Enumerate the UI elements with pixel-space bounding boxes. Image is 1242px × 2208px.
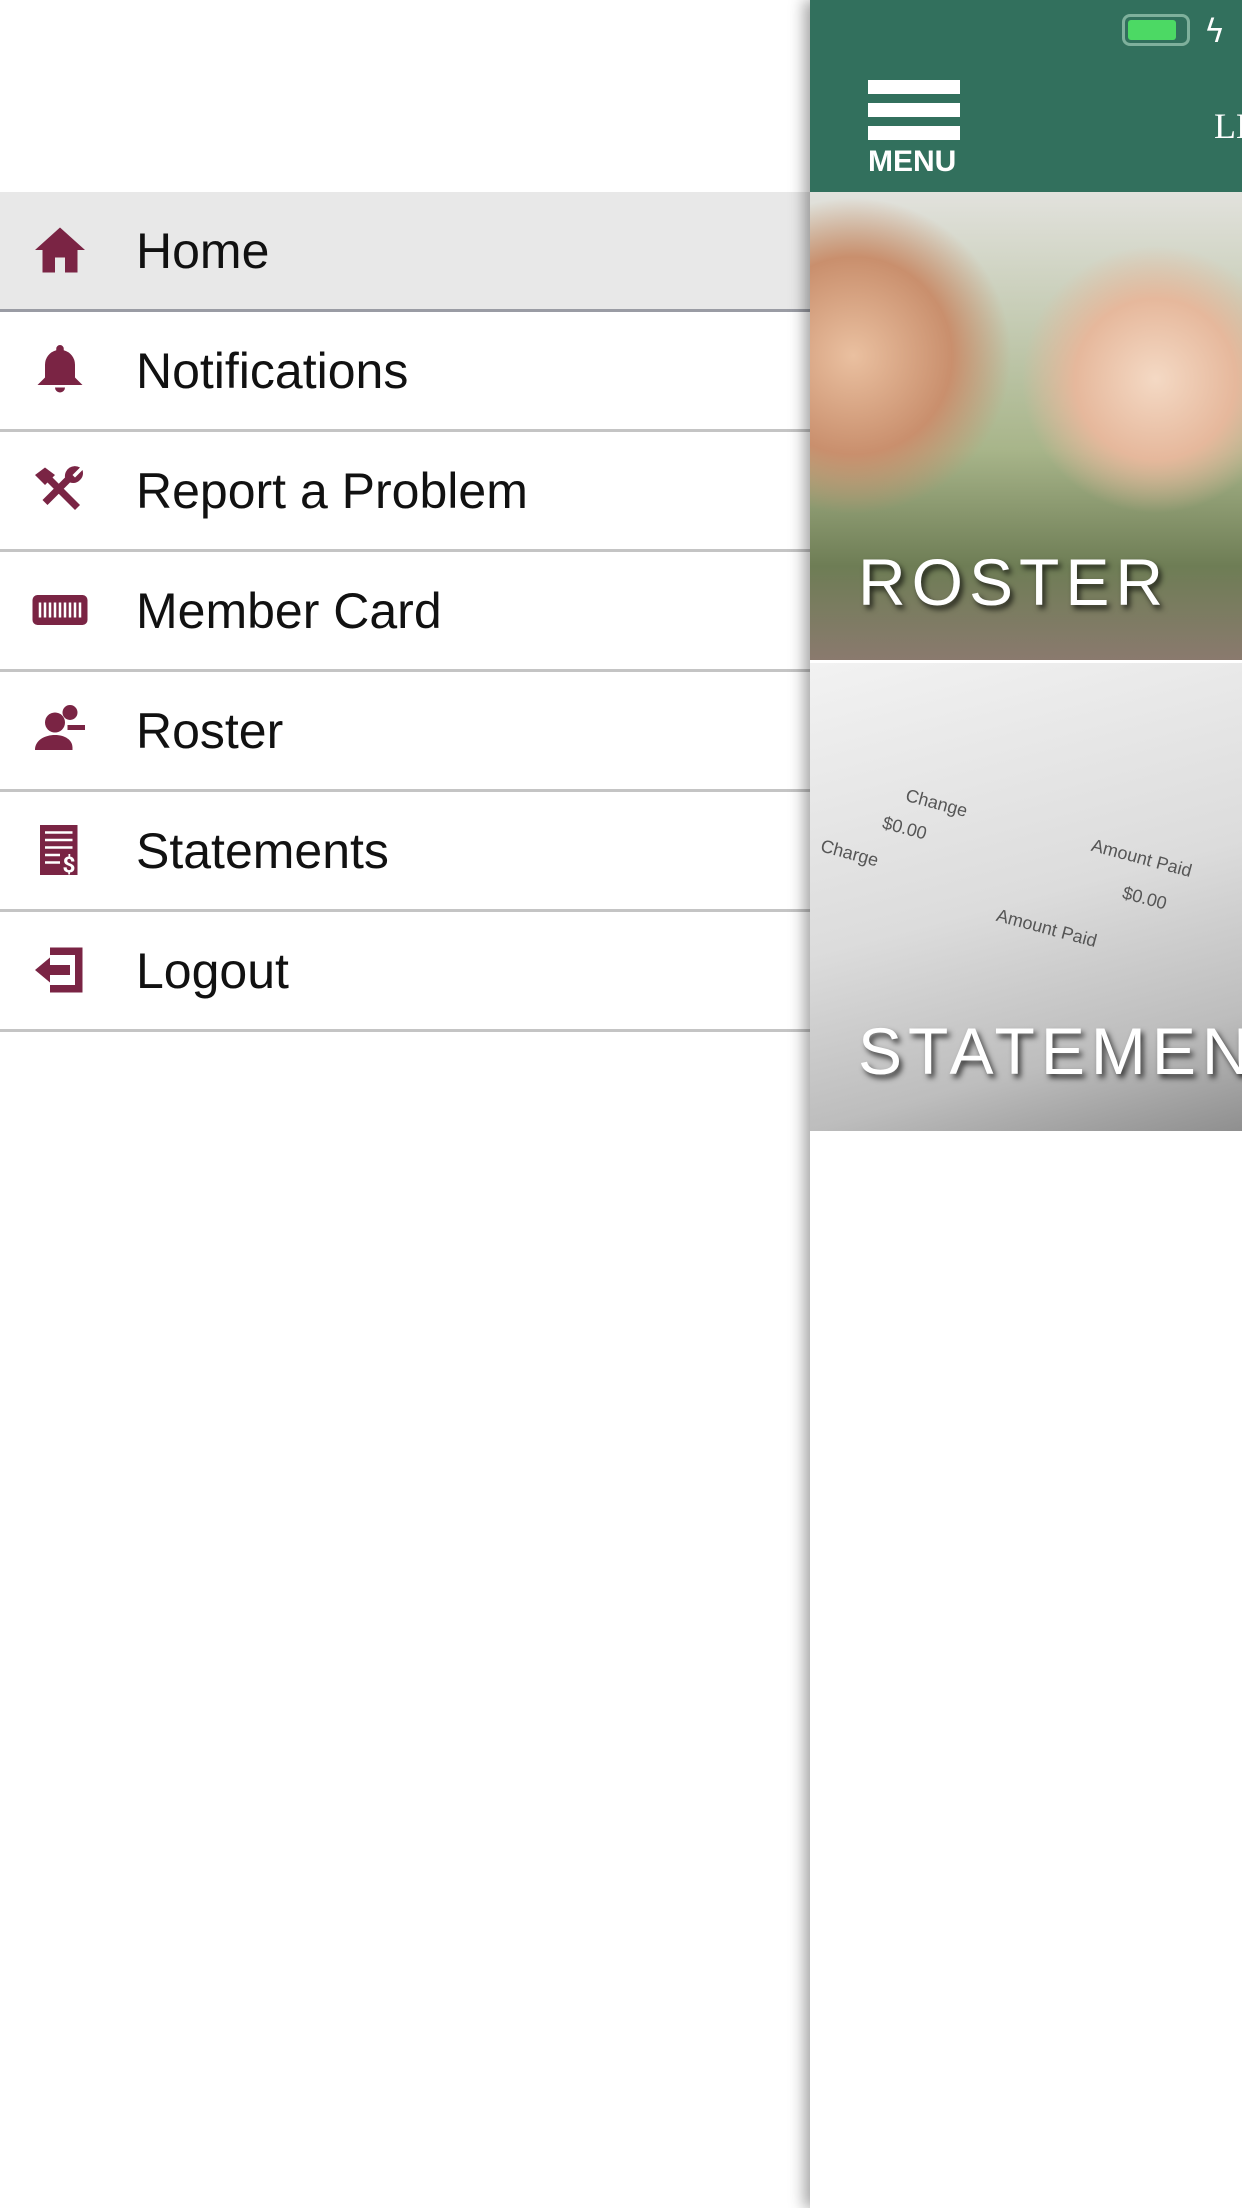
app-header: ϟ MENU LE	[810, 0, 1242, 192]
tile-caption: ROSTER	[858, 545, 1170, 619]
hamburger-bar	[868, 126, 960, 140]
charging-icon: ϟ	[1204, 12, 1226, 50]
menu-label: MENU	[868, 145, 957, 178]
image-text: Amount Paid	[1089, 835, 1195, 882]
menu-item-label: Report a Problem	[136, 462, 528, 519]
barcode-card-icon	[32, 595, 88, 625]
menu-item-label: Notifications	[136, 342, 409, 399]
svg-text:$: $	[63, 853, 76, 879]
image-text: $0.00	[1120, 882, 1169, 914]
app-title: LE	[1214, 106, 1242, 146]
main-content: ϟ MENU LE ROSTER Change $0.00 Amount Pai…	[810, 0, 1242, 2208]
battery-icon	[1122, 14, 1190, 46]
menu-button[interactable]: MENU	[868, 80, 960, 179]
menu-item-home[interactable]: Home	[0, 192, 810, 312]
tile-caption: STATEMENTS	[858, 1014, 1242, 1088]
menu-item-label: Member Card	[136, 582, 442, 639]
menu-item-roster[interactable]: Roster	[0, 672, 810, 792]
navigation-drawer: Home Notifications Report a Problem Memb…	[0, 0, 810, 2208]
bell-icon	[37, 345, 83, 393]
logout-icon	[35, 947, 83, 993]
roster-tile[interactable]: ROSTER	[810, 192, 1242, 660]
drawer-menu: Home Notifications Report a Problem Memb…	[0, 192, 810, 1032]
statements-tile[interactable]: Change $0.00 Amount Paid $0.00 Charge Am…	[810, 663, 1242, 1131]
menu-item-label: Statements	[136, 822, 389, 879]
statement-icon: $	[40, 825, 78, 879]
image-text: Charge	[818, 835, 881, 871]
home-icon	[35, 227, 85, 273]
menu-item-statements[interactable]: $ Statements	[0, 792, 810, 912]
menu-item-notifications[interactable]: Notifications	[0, 312, 810, 432]
menu-item-logout[interactable]: Logout	[0, 912, 810, 1032]
menu-item-report-a-problem[interactable]: Report a Problem	[0, 432, 810, 552]
image-text: $0.00	[880, 812, 929, 844]
hamburger-icon	[868, 80, 960, 94]
roster-icon	[35, 705, 85, 750]
image-text: Amount Paid	[994, 905, 1100, 952]
menu-item-label: Logout	[136, 942, 289, 999]
menu-item-label: Home	[136, 222, 270, 279]
tools-icon	[35, 466, 83, 510]
image-text: Change	[903, 785, 970, 821]
menu-item-member-card[interactable]: Member Card	[0, 552, 810, 672]
hamburger-bar	[868, 103, 960, 117]
menu-item-label: Roster	[136, 702, 284, 759]
